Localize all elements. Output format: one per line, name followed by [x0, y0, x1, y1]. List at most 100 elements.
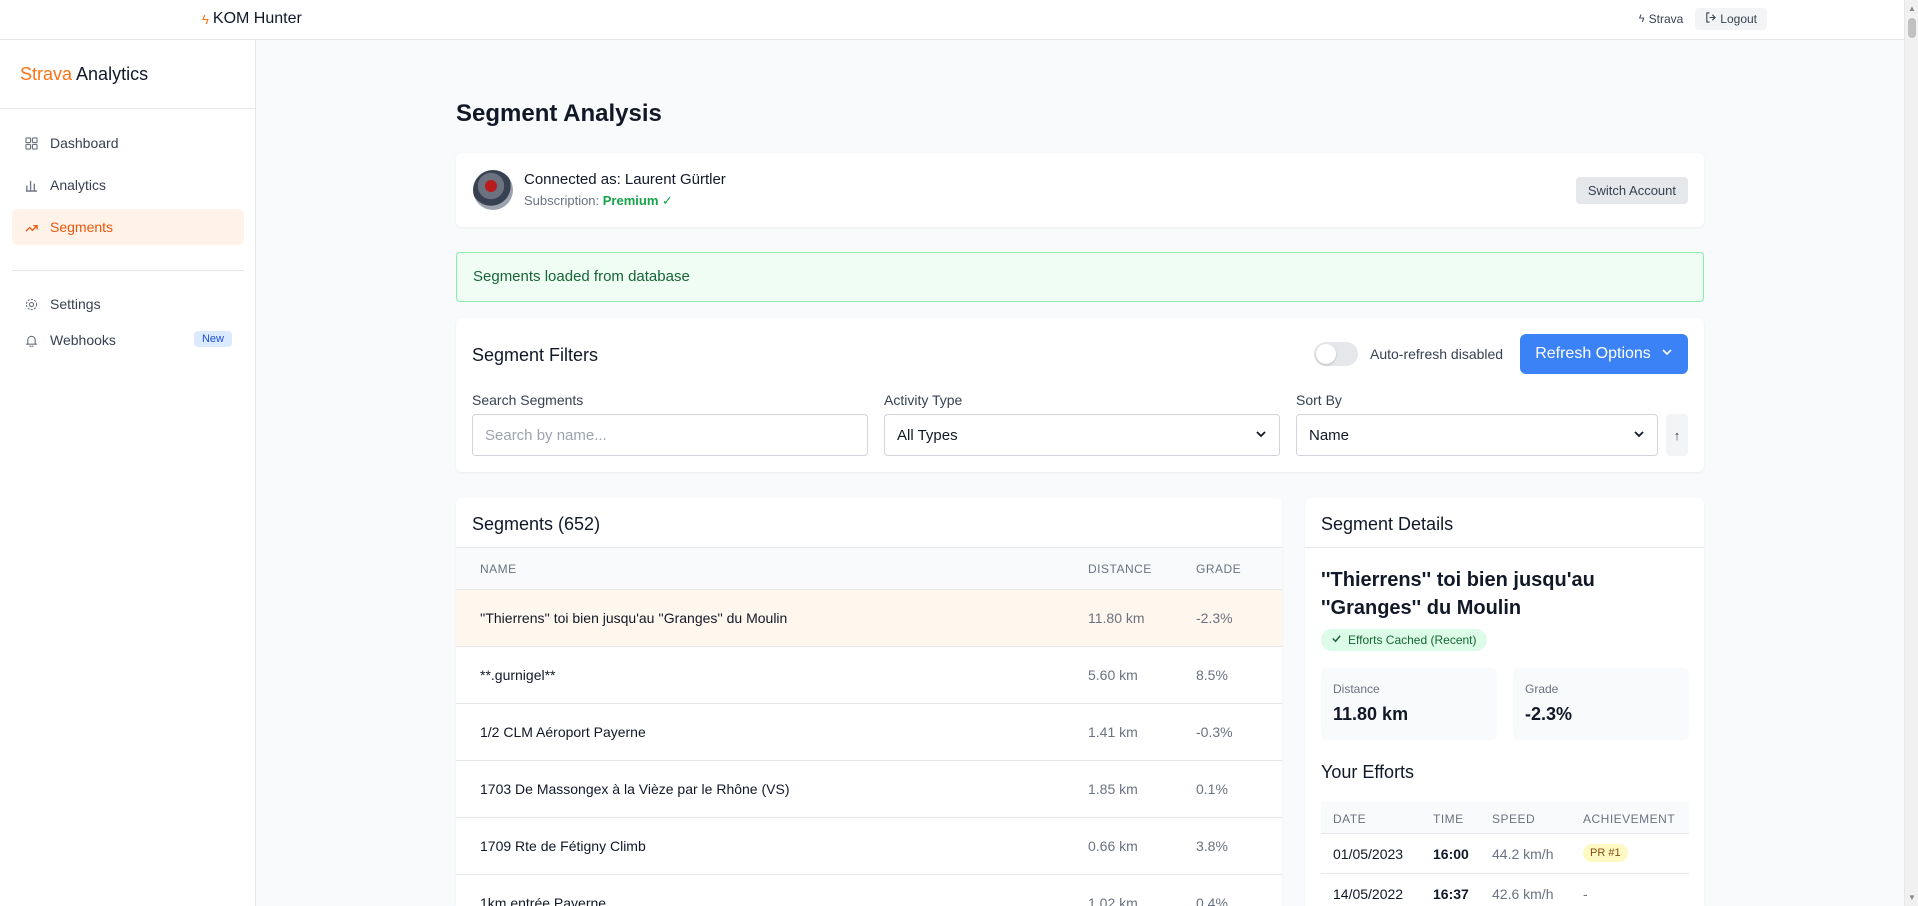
bolt-icon: ϟ: [1638, 13, 1645, 25]
strava-link[interactable]: ϟ Strava: [1637, 9, 1686, 29]
subscription-value: Premium ✓: [602, 193, 673, 208]
sidebar-item-webhooks[interactable]: Webhooks New: [12, 322, 244, 358]
app-brand[interactable]: ϟ KOM Hunter: [202, 10, 302, 28]
column-header-achievement: ACHIEVEMENT: [1583, 812, 1676, 826]
stat-value: -2.3%: [1525, 704, 1573, 724]
sort-by-value: Name: [1309, 426, 1350, 444]
segment-filters-card: Segment Filters Auto-refresh disabled Re…: [456, 318, 1704, 472]
effort-time: 16:00: [1433, 846, 1469, 862]
sidebar-item-segments[interactable]: Segments: [12, 209, 244, 245]
chevron-down-icon: [1255, 428, 1267, 443]
activity-type-select[interactable]: All Types: [884, 414, 1280, 456]
top-bar: ϟ KOM Hunter ϟ Strava Logout: [0, 0, 1904, 40]
gear-icon: [24, 297, 38, 311]
effort-speed: 42.6 km/h: [1492, 886, 1554, 902]
account-card: Connected as: Laurent Gürtler Subscripti…: [456, 153, 1704, 227]
segment-distance: 1.85 km: [1088, 781, 1138, 797]
segment-grade: 8.5%: [1196, 667, 1228, 683]
subscription-status: Subscription: Premium ✓: [524, 193, 673, 209]
details-title: Segment Details: [1321, 514, 1454, 534]
column-header-distance[interactable]: DISTANCE: [1088, 562, 1152, 576]
check-icon: [1331, 633, 1342, 647]
column-header-time: TIME: [1433, 812, 1464, 826]
refresh-options-label: Refresh Options: [1535, 345, 1651, 362]
sort-by-label: Sort By: [1296, 392, 1342, 408]
segments-header: Segments (652): [456, 498, 1282, 548]
top-actions: ϟ Strava Logout: [1637, 8, 1767, 30]
table-row[interactable]: 1km entrée Payerne 1.02 km 0.4%: [456, 875, 1282, 906]
search-input[interactable]: Search by name...: [472, 414, 868, 456]
column-header-grade[interactable]: GRADE: [1196, 562, 1241, 576]
sidebar-title-rest: Analytics: [72, 64, 149, 84]
cache-status-label: Efforts Cached (Recent): [1348, 633, 1477, 647]
segment-distance: 1.02 km: [1088, 895, 1138, 906]
efforts-table-header: DATE TIME SPEED ACHIEVEMENT: [1321, 802, 1689, 834]
sidebar-item-dashboard[interactable]: Dashboard: [12, 125, 244, 161]
bolt-icon: ϟ: [202, 11, 209, 27]
stat-label: Grade: [1525, 682, 1559, 696]
effort-achievement: -: [1583, 886, 1588, 902]
sidebar-item-label: Settings: [50, 296, 101, 312]
segment-grade: 0.4%: [1196, 895, 1228, 906]
avatar: [473, 170, 513, 210]
effort-row[interactable]: 14/05/2022 16:37 42.6 km/h -: [1321, 874, 1689, 906]
connected-user: Connected as: Laurent Gürtler: [524, 171, 726, 188]
table-row[interactable]: ''Thierrens'' toi bien jusqu'au ''Grange…: [456, 590, 1282, 647]
page-title: Segment Analysis: [456, 100, 662, 127]
effort-date: 14/05/2022: [1333, 886, 1404, 902]
activity-type-label: Activity Type: [884, 392, 963, 408]
grid-icon: [24, 136, 38, 150]
table-row[interactable]: **.gurnigel** 5.60 km 8.5%: [456, 647, 1282, 704]
auto-refresh-label: Auto-refresh disabled: [1370, 346, 1504, 362]
bar-chart-icon: [24, 178, 38, 192]
chevron-down-icon: [1661, 345, 1673, 363]
details-header: Segment Details: [1305, 498, 1704, 548]
segments-table-card: Segments (652) NAME DISTANCE GRADE ''Thi…: [456, 498, 1282, 906]
logout-button[interactable]: Logout: [1695, 8, 1767, 30]
logout-label: Logout: [1720, 12, 1757, 26]
sidebar-item-analytics[interactable]: Analytics: [12, 167, 244, 203]
segment-name: 1km entrée Payerne: [480, 895, 607, 906]
scroll-up-icon[interactable]: ▲: [1908, 4, 1916, 13]
segment-grade: -0.3%: [1196, 724, 1233, 740]
filters-title: Segment Filters: [472, 345, 599, 365]
scrollbar-thumb[interactable]: [1908, 18, 1916, 38]
trending-up-icon: [24, 220, 38, 234]
sort-by-select[interactable]: Name: [1296, 414, 1658, 456]
sidebar-item-label: Segments: [50, 219, 114, 235]
stat-label: Distance: [1333, 682, 1380, 696]
segment-grade: 0.1%: [1196, 781, 1228, 797]
chevron-down-icon: [1633, 428, 1645, 443]
column-header-name[interactable]: NAME: [480, 562, 517, 576]
toggle-knob: [1316, 344, 1336, 364]
segment-name: ''Thierrens'' toi bien jusqu'au ''Grange…: [480, 610, 788, 626]
effort-row[interactable]: 01/05/2023 16:00 44.2 km/h PR #1: [1321, 834, 1689, 874]
stat-value: 11.80 km: [1333, 704, 1409, 724]
search-label: Search Segments: [472, 392, 584, 408]
strava-link-label: Strava: [1648, 12, 1684, 26]
table-row[interactable]: 1709 Rte de Fétigny Climb 0.66 km 3.8%: [456, 818, 1282, 875]
sidebar-title-accent: Strava: [20, 64, 73, 84]
auto-refresh-toggle[interactable]: [1314, 342, 1358, 366]
vertical-scrollbar[interactable]: ▲ ▼: [1904, 0, 1918, 906]
sidebar-item-settings[interactable]: Settings: [12, 286, 244, 322]
efforts-title: Your Efforts: [1321, 762, 1415, 782]
sidebar-title: Strava Analytics: [20, 64, 148, 85]
subscription-label: Subscription:: [524, 193, 603, 208]
grade-stat: Grade -2.3%: [1513, 668, 1689, 740]
table-row[interactable]: 1703 De Massongex à la Vièze par le Rhôn…: [456, 761, 1282, 818]
table-row[interactable]: 1/2 CLM Aéroport Payerne 1.41 km -0.3%: [456, 704, 1282, 761]
segment-grade: 3.8%: [1196, 838, 1228, 854]
sidebar-divider: [0, 108, 256, 109]
refresh-options-button[interactable]: Refresh Options: [1520, 334, 1688, 374]
scroll-down-icon[interactable]: ▼: [1908, 893, 1916, 902]
sort-direction-button[interactable]: ↑: [1666, 414, 1688, 456]
effort-date: 01/05/2023: [1333, 846, 1404, 862]
sidebar-item-label: Analytics: [50, 177, 107, 193]
segment-name: 1/2 CLM Aéroport Payerne: [480, 724, 646, 740]
switch-account-button[interactable]: Switch Account: [1575, 177, 1688, 204]
new-badge: New: [193, 331, 232, 347]
segments-title: Segments (652): [472, 514, 601, 534]
logout-icon: [1705, 12, 1717, 26]
segment-distance: 11.80 km: [1088, 610, 1145, 626]
